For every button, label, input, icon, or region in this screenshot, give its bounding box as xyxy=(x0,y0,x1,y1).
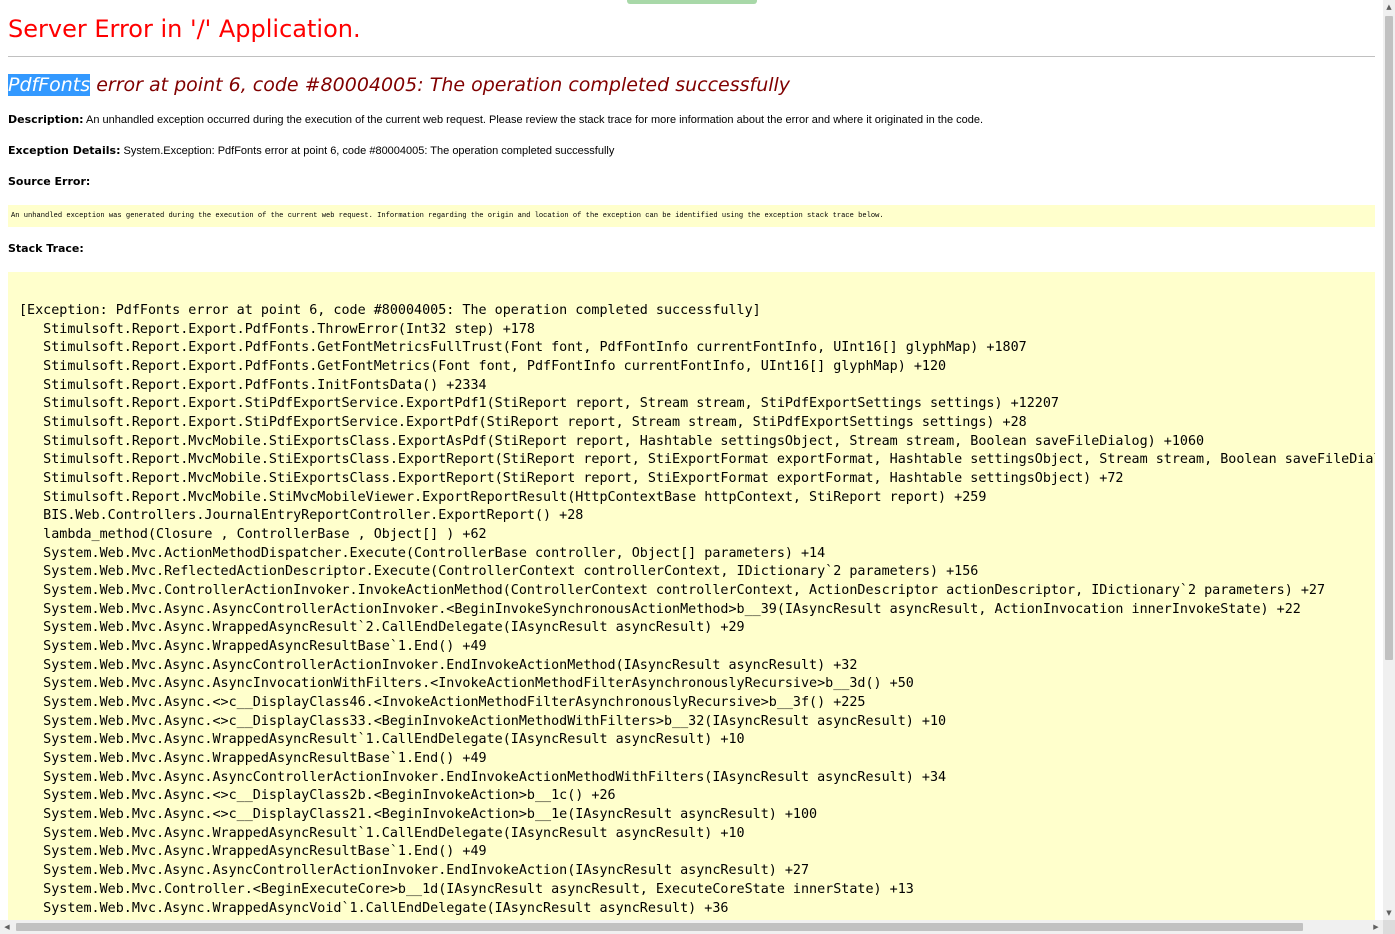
scroll-left-arrow-icon[interactable]: ◀ xyxy=(0,920,14,934)
selected-text-highlight: PdfFonts xyxy=(8,74,91,96)
stack-trace-line: Stimulsoft.Report.MvcMobile.StiExportsCl… xyxy=(19,471,1124,487)
stack-trace-line: Stimulsoft.Report.Export.PdfFonts.ThrowE… xyxy=(19,321,535,337)
stack-trace-line: Stimulsoft.Report.Export.PdfFonts.GetFon… xyxy=(19,340,1027,356)
stack-trace-line: System.Web.Mvc.Controller.<BeginExecuteC… xyxy=(19,881,914,897)
stack-trace-line: Stimulsoft.Report.Export.StiPdfExportSer… xyxy=(19,396,1059,412)
stack-trace-line: System.Web.Mvc.Async.WrappedAsyncResultB… xyxy=(19,639,487,655)
scroll-up-arrow-icon[interactable]: ▲ xyxy=(1383,0,1395,14)
description-row: Description: An unhandled exception occu… xyxy=(8,113,983,127)
stack-trace-line: System.Web.Mvc.Async.WrappedAsyncResult`… xyxy=(19,825,745,841)
stack-trace-line: System.Web.Mvc.Async.AsyncControllerActi… xyxy=(19,601,1301,617)
stack-trace-line: System.Web.Mvc.Async.AsyncControllerActi… xyxy=(19,863,810,879)
stack-trace-text: [Exception: PdfFonts error at point 6, c… xyxy=(8,272,1375,918)
stack-trace-line: System.Web.Mvc.Async.WrappedAsyncResultB… xyxy=(19,751,487,767)
stack-trace-line: Stimulsoft.Report.Export.PdfFonts.InitFo… xyxy=(19,377,487,393)
stack-trace-box: [Exception: PdfFonts error at point 6, c… xyxy=(8,272,1375,920)
source-error-label: Source Error: xyxy=(8,175,91,188)
stack-trace-line: System.Web.Mvc.Async.WrappedAsyncResultB… xyxy=(19,844,487,860)
stack-trace-line: BIS.Web.Controllers.JournalEntryReportCo… xyxy=(19,508,584,524)
exception-details-text: System.Exception: PdfFonts error at poin… xyxy=(123,145,615,157)
page-content: Server Error in '/' Application. PdfFont… xyxy=(0,0,1383,920)
stack-trace-line: System.Web.Mvc.Async.<>c__DisplayClass46… xyxy=(19,695,866,711)
stack-trace-line: System.Web.Mvc.Async.AsyncControllerActi… xyxy=(19,769,947,785)
error-heading-text: error at point 6, code #80004005: The op… xyxy=(90,74,791,96)
source-error-box: An unhandled exception was generated dur… xyxy=(8,205,1375,227)
stack-trace-line: System.Web.Mvc.ControllerActionInvoker.I… xyxy=(19,583,1326,599)
stack-trace-line: Stimulsoft.Report.Export.PdfFonts.GetFon… xyxy=(19,359,947,375)
stack-trace-line: lambda_method(Closure , ControllerBase ,… xyxy=(19,527,487,543)
stack-trace-line: Stimulsoft.Report.MvcMobile.StiExportsCl… xyxy=(19,433,1205,449)
stack-trace-line: System.Web.Mvc.Async.WrappedAsyncVoid`1.… xyxy=(19,900,729,916)
scroll-right-arrow-icon[interactable]: ▶ xyxy=(1369,920,1383,934)
exception-details-label: Exception Details: xyxy=(8,144,121,157)
error-heading: PdfFonts error at point 6, code #8000400… xyxy=(8,72,790,98)
vertical-scrollbar[interactable]: ▲ ▼ xyxy=(1383,0,1395,920)
vertical-scroll-thumb[interactable] xyxy=(1385,16,1393,660)
stack-trace-line: System.Web.Mvc.Async.<>c__DisplayClass21… xyxy=(19,807,818,823)
description-label: Description: xyxy=(8,113,84,126)
scroll-down-arrow-icon[interactable]: ▼ xyxy=(1383,906,1395,920)
description-text: An unhandled exception occurred during t… xyxy=(86,114,984,126)
stack-trace-line: System.Web.Mvc.Async.<>c__DisplayClass2b… xyxy=(19,788,616,804)
stack-trace-line: System.Web.Mvc.Async.<>c__DisplayClass33… xyxy=(19,713,947,729)
stack-trace-line: Stimulsoft.Report.Export.StiPdfExportSer… xyxy=(19,415,1027,431)
horizontal-scrollbar[interactable]: ◀ ▶ xyxy=(0,920,1383,934)
stack-trace-line: System.Web.Mvc.Async.WrappedAsyncResult`… xyxy=(19,732,745,748)
stack-trace-line: [Exception: PdfFonts error at point 6, c… xyxy=(19,303,761,318)
scrollbar-corner xyxy=(1383,920,1395,934)
title-divider xyxy=(8,56,1375,57)
stack-trace-line: System.Web.Mvc.ReflectedActionDescriptor… xyxy=(19,564,979,580)
horizontal-scroll-thumb[interactable] xyxy=(16,923,1303,931)
stack-trace-line: System.Web.Mvc.Async.AsyncInvocationWith… xyxy=(19,676,914,692)
stack-trace-line: Stimulsoft.Report.MvcMobile.StiExportsCl… xyxy=(19,452,1375,468)
stack-trace-line: System.Web.Mvc.Async.WrappedAsyncResult`… xyxy=(19,620,745,636)
page-title: Server Error in '/' Application. xyxy=(8,15,361,43)
stack-trace-line: Stimulsoft.Report.MvcMobile.StiMvcMobile… xyxy=(19,489,987,505)
stack-trace-line: System.Web.Mvc.Async.AsyncControllerActi… xyxy=(19,657,858,673)
exception-details-row: Exception Details: System.Exception: Pdf… xyxy=(8,144,614,158)
stack-trace-line: System.Web.Mvc.ActionMethodDispatcher.Ex… xyxy=(19,545,826,561)
stack-trace-label: Stack Trace: xyxy=(8,242,84,255)
